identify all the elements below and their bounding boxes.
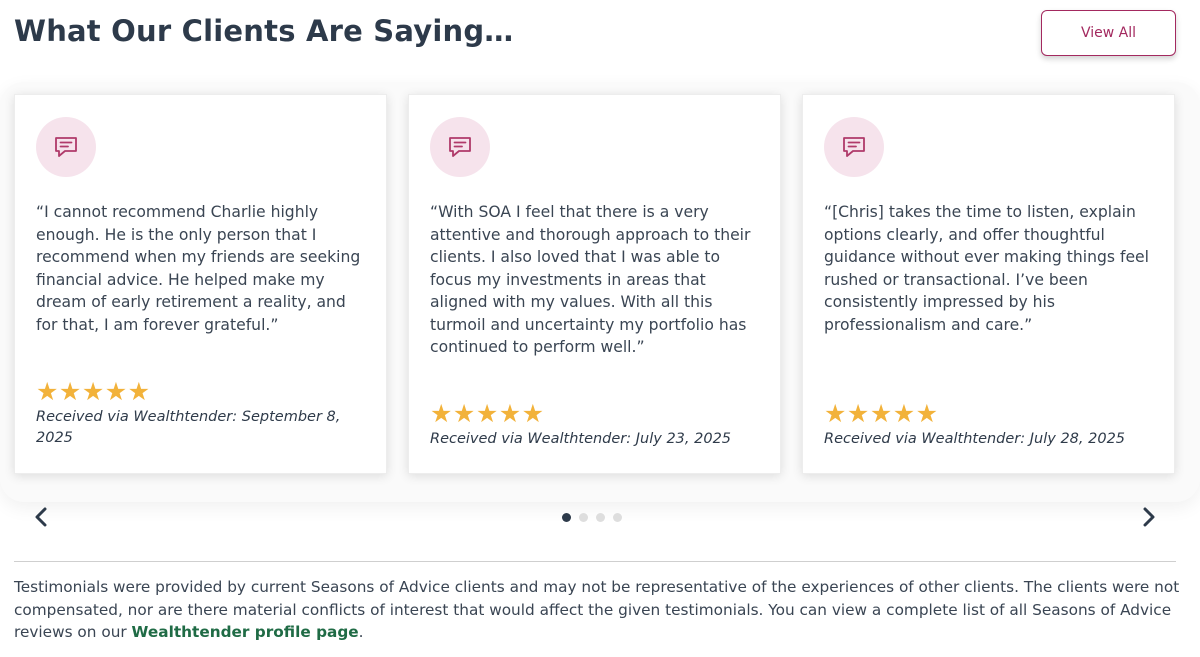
carousel-dot[interactable] — [613, 513, 622, 522]
view-all-button[interactable]: View All — [1041, 10, 1176, 56]
carousel-dot[interactable] — [596, 513, 605, 522]
testimonial-source: Received via Wealthtender: July 28, 2025 — [824, 431, 1126, 447]
carousel-next-button[interactable] — [1137, 505, 1161, 529]
chat-bubble-icon — [36, 117, 96, 177]
testimonial-quote: “I cannot recommend Charlie highly enoug… — [36, 203, 361, 334]
carousel-dot[interactable] — [579, 513, 588, 522]
disclaimer-end: . — [358, 623, 364, 641]
testimonial-card: “[Chris] takes the time to listen, expla… — [802, 94, 1175, 474]
star-rating: ★★★★★ — [430, 399, 545, 428]
testimonial-card: “With SOA I feel that there is a very at… — [408, 94, 781, 474]
star-rating: ★★★★★ — [36, 377, 151, 406]
carousel-prev-button[interactable] — [29, 505, 53, 529]
divider — [14, 561, 1176, 562]
page-title: What Our Clients Are Saying… — [14, 14, 514, 48]
chat-bubble-icon — [430, 117, 490, 177]
chat-bubble-icon — [824, 117, 884, 177]
carousel-pagination — [562, 513, 622, 522]
chevron-right-icon — [1143, 507, 1155, 527]
testimonial-card: “I cannot recommend Charlie highly enoug… — [14, 94, 387, 474]
disclaimer: Testimonials were provided by current Se… — [14, 576, 1184, 644]
testimonial-quote: “With SOA I feel that there is a very at… — [430, 203, 751, 356]
star-rating: ★★★★★ — [824, 399, 939, 428]
testimonial-quote: “[Chris] takes the time to listen, expla… — [824, 203, 1149, 334]
chevron-left-icon — [35, 507, 47, 527]
carousel-dot[interactable] — [562, 513, 571, 522]
wealthtender-profile-link[interactable]: Wealthtender profile page — [132, 623, 359, 641]
testimonial-source: Received via Wealthtender: September 8, … — [36, 409, 341, 446]
testimonial-source: Received via Wealthtender: July 23, 2025 — [430, 431, 732, 447]
